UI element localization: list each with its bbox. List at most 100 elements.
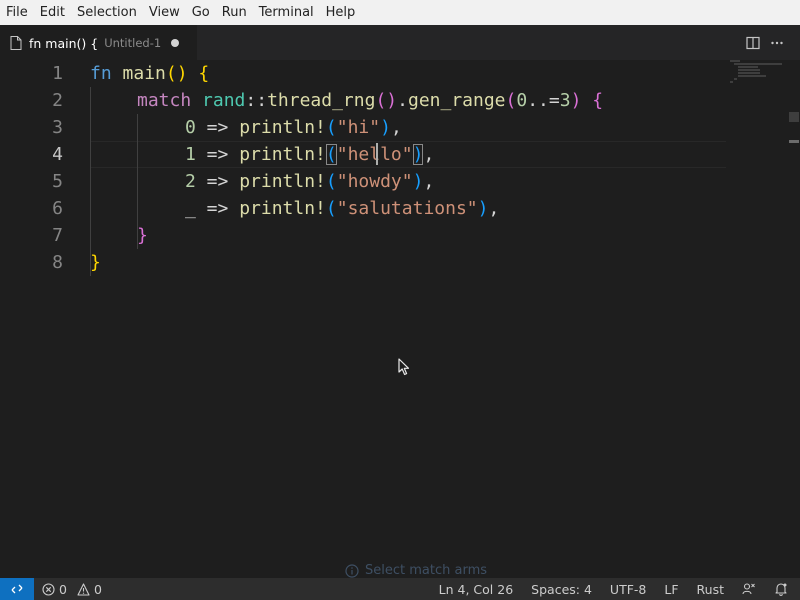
function-token: thread_rng [267, 90, 376, 111]
comma-token: , [390, 117, 402, 138]
notifications-button[interactable] [765, 582, 800, 596]
comma-token: , [488, 198, 500, 219]
code-line-1: fn main() { [90, 60, 209, 87]
range-operator-token: ..= [527, 90, 560, 111]
keyword-token: fn [90, 63, 112, 84]
macro-token: println! [239, 171, 326, 192]
pattern-token: 0 [185, 117, 196, 138]
file-icon [10, 36, 22, 50]
macro-token: println! [239, 117, 326, 138]
matched-bracket-token: ( [325, 144, 337, 165]
number-token: 3 [559, 90, 571, 111]
text-cursor [376, 143, 378, 165]
code-line-6: _ => println!("salutations"), [185, 195, 499, 222]
bracket-token: ( [325, 117, 337, 138]
matched-bracket-token: ) [412, 144, 424, 165]
code-line-4: 1 => println!("hello"), [185, 141, 434, 168]
line-number: 3 [52, 117, 63, 138]
bracket-token: ) [412, 171, 424, 192]
dot-token: . [397, 90, 408, 111]
function-name-token: main [111, 63, 166, 84]
string-token: "howdy" [336, 171, 413, 192]
menu-file[interactable]: File [0, 0, 34, 25]
code-line-3: 0 => println!("hi"), [185, 114, 402, 141]
command-hint-text: Select match arms [365, 563, 488, 578]
line-number: 6 [52, 198, 63, 219]
minimap-row [730, 60, 740, 62]
code-editor[interactable]: 1 2 3 4 5 6 7 8 fn main() { match rand::… [0, 60, 800, 578]
minimap-row [730, 81, 733, 83]
function-token: gen_range [407, 90, 506, 111]
string-token: "hello" [336, 144, 413, 165]
bracket-token: { [198, 63, 210, 84]
indentation-setting[interactable]: Spaces: 4 [522, 582, 601, 597]
file-encoding[interactable]: UTF-8 [601, 582, 655, 597]
tab-actions [746, 25, 800, 60]
tab-description: Untitled-1 [104, 36, 162, 50]
bracket-token: { [592, 90, 604, 111]
vertical-scrollbar[interactable] [786, 60, 800, 578]
bracket-token: ) [570, 90, 582, 111]
error-icon [42, 582, 55, 596]
feedback-icon [742, 583, 755, 595]
path-separator-token: :: [245, 90, 268, 111]
tab-title: fn main() { [29, 35, 99, 51]
menu-run[interactable]: Run [216, 0, 253, 25]
minimap-row [734, 63, 782, 65]
line-ending[interactable]: LF [655, 582, 687, 597]
menu-view[interactable]: View [143, 0, 186, 25]
split-editor-icon[interactable] [746, 36, 760, 50]
menu-edit[interactable]: Edit [34, 0, 71, 25]
pattern-token: 1 [185, 144, 196, 165]
bracket-token: ( [325, 198, 337, 219]
string-token: "salutations" [336, 198, 478, 219]
keyword-token: match [137, 90, 192, 111]
menu-terminal[interactable]: Terminal [253, 0, 320, 25]
minimap[interactable] [730, 60, 785, 120]
line-number: 5 [52, 171, 63, 192]
status-bar: 0 0 Ln 4, Col 26 Spaces: 4 UTF-8 LF Rust [0, 578, 800, 600]
pattern-token: 2 [185, 171, 196, 192]
macro-token: println! [239, 198, 326, 219]
remote-indicator[interactable] [0, 578, 34, 600]
arrow-token: => [195, 144, 240, 165]
arrow-token: => [195, 171, 240, 192]
namespace-token: rand [202, 90, 246, 111]
menu-selection[interactable]: Selection [71, 0, 143, 25]
unsaved-dot-icon[interactable] [171, 39, 180, 47]
more-actions-icon[interactable] [770, 36, 784, 50]
remote-icon [11, 584, 23, 594]
menu-go[interactable]: Go [186, 0, 216, 25]
editor-tab[interactable]: fn main() { Untitled-1 [0, 25, 197, 60]
minimap-row [734, 78, 737, 80]
line-number: 1 [52, 63, 63, 84]
mouse-pointer-icon [398, 358, 410, 376]
status-right-group: Ln 4, Col 26 Spaces: 4 UTF-8 LF Rust [430, 582, 800, 597]
macro-token: println! [239, 144, 326, 165]
line-number-active: 4 [52, 144, 63, 165]
error-count: 0 [59, 581, 67, 597]
code-line-7: } [137, 222, 148, 249]
problems-indicator[interactable]: 0 0 [42, 582, 102, 597]
editor-tab-strip: fn main() { Untitled-1 [0, 25, 800, 60]
language-mode[interactable]: Rust [688, 582, 733, 597]
string-token: "hi" [336, 117, 381, 138]
line-number: 2 [52, 90, 63, 111]
bell-icon [775, 583, 787, 596]
comma-token: , [423, 171, 435, 192]
warning-icon [77, 582, 90, 596]
pattern-token: _ [185, 198, 196, 219]
code-line-8: } [90, 249, 101, 276]
line-number: 8 [52, 252, 63, 273]
code-line-2: match rand::thread_rng().gen_range(0..=3… [137, 87, 603, 114]
menu-help[interactable]: Help [320, 0, 362, 25]
bracket-token: () [375, 90, 398, 111]
line-number: 7 [52, 225, 63, 246]
feedback-button[interactable] [733, 582, 765, 596]
warning-count: 0 [93, 581, 102, 597]
cursor-position[interactable]: Ln 4, Col 26 [430, 582, 523, 597]
minimap-row [738, 66, 758, 68]
minimap-row [738, 69, 760, 71]
bracket-token: ) [477, 198, 489, 219]
minimap-row [738, 72, 760, 74]
